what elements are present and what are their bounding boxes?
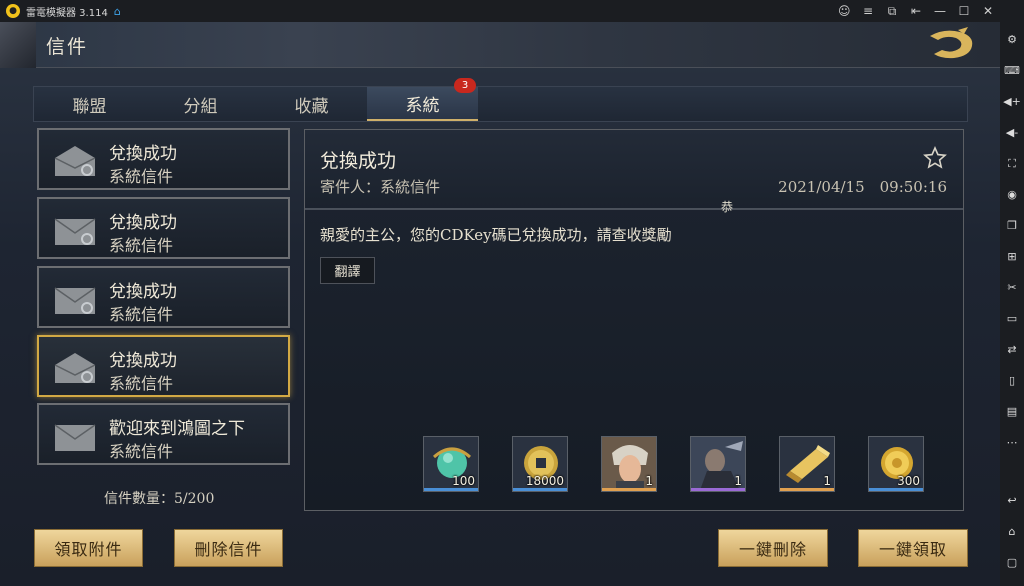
attachment-quantity: 1 xyxy=(823,474,831,488)
tab-favorites[interactable]: 收藏 xyxy=(256,87,367,121)
recent-apps-icon[interactable]: ▢ xyxy=(1000,547,1024,578)
tab-group[interactable]: 分組 xyxy=(145,87,256,121)
mail-sender: 系統信件 xyxy=(109,305,174,324)
attachment-slot[interactable]: 1 xyxy=(779,436,835,492)
delete-all-button[interactable]: 一鍵刪除 xyxy=(718,529,828,567)
multi-instance-icon[interactable]: ❐ xyxy=(1000,210,1024,241)
game-screen: 信件 聯盟 分組 收藏 系統 3 兌換成功 系統信件 兌換成功 系統信件 兌換成… xyxy=(0,22,1000,586)
mail-detail-header: 兌換成功 寄件人：系統信件 2021/04/15 09:50:16 xyxy=(305,130,963,210)
mail-detail-body: 親愛的主公，您的CDKey碼已兌換成功，請查收獎勵 xyxy=(320,226,672,244)
pin-icon[interactable]: ⧉ xyxy=(886,4,898,19)
mail-list-item[interactable]: 歡迎來到鴻圖之下 系統信件 xyxy=(37,403,290,465)
home-icon[interactable]: ⌂ xyxy=(1000,516,1024,547)
emulator-title-bar: ● 雷電模擬器 3.114 ⌂ ☺ ≡ ⧉ ⇤ — ☐ ✕ xyxy=(0,0,1000,22)
attachment-slot[interactable]: 300 xyxy=(868,436,924,492)
mail-subject: 兌換成功 xyxy=(109,351,177,371)
attachment-slot[interactable]: 100 xyxy=(423,436,479,492)
more-icon[interactable]: ⋯ xyxy=(1000,427,1024,458)
record-icon[interactable]: ◉ xyxy=(1000,179,1024,210)
unread-badge: 3 xyxy=(454,78,476,93)
mail-detail-sender: 寄件人：系統信件 xyxy=(320,178,441,196)
attachment-quantity: 300 xyxy=(897,474,920,488)
mail-sender: 系統信件 xyxy=(109,442,174,461)
rarity-bar xyxy=(691,488,745,491)
star-icon[interactable] xyxy=(923,146,947,170)
rotate-icon[interactable]: ▯ xyxy=(1000,365,1024,396)
mail-list-item[interactable]: 兌換成功 系統信件 xyxy=(37,128,290,190)
attachment-quantity: 1 xyxy=(645,474,653,488)
sidebar-toggle-icon[interactable]: ⇤ xyxy=(910,4,922,18)
volume-up-icon[interactable]: ◀+ xyxy=(1000,86,1024,117)
attachment-slot[interactable]: 1 xyxy=(690,436,746,492)
keyboard-icon[interactable]: ⌨ xyxy=(1000,55,1024,86)
mail-sender: 系統信件 xyxy=(109,374,174,393)
back-icon[interactable]: ↩ xyxy=(1000,485,1024,516)
maximize-icon[interactable]: ☐ xyxy=(958,4,970,18)
account-icon[interactable]: ☺ xyxy=(838,4,851,18)
claim-all-button[interactable]: 一鍵領取 xyxy=(858,529,968,567)
close-icon[interactable]: ✕ xyxy=(982,4,994,18)
mail-detail-panel: 兌換成功 寄件人：系統信件 2021/04/15 09:50:16 恭 親愛的主… xyxy=(304,129,964,511)
envelope-icon xyxy=(54,287,96,314)
scrolling-notice-text: 恭 xyxy=(721,200,734,214)
envelope-icon xyxy=(54,424,96,451)
emulator-sidebar: ⚙ ⌨ ◀+ ◀- ⛶ ◉ ❐ ⊞ ✂ ▭ ⇄ ▯ ▤ ⋯ ↩ ⌂ ▢ xyxy=(1000,0,1024,586)
volume-down-icon[interactable]: ◀- xyxy=(1000,117,1024,148)
page-title: 信件 xyxy=(46,36,89,58)
translate-button[interactable]: 翻譯 xyxy=(320,257,375,284)
tab-system-label: 系統 xyxy=(405,95,440,116)
mail-subject: 兌換成功 xyxy=(109,213,177,233)
mail-subject: 兌換成功 xyxy=(109,282,177,302)
attachment-quantity: 18000 xyxy=(525,474,564,488)
fullscreen-icon[interactable]: ⛶ xyxy=(1000,148,1024,179)
attachment-slot[interactable]: 1 xyxy=(601,436,657,492)
mail-subject: 兌換成功 xyxy=(109,144,177,164)
mail-list-item-selected[interactable]: 兌換成功 系統信件 xyxy=(37,335,290,397)
page-header: 信件 xyxy=(0,22,1000,68)
attachment-quantity: 1 xyxy=(734,474,742,488)
settings-icon[interactable]: ⚙ xyxy=(1000,24,1024,55)
attachment-quantity: 100 xyxy=(452,474,475,488)
rarity-bar xyxy=(869,488,923,491)
opened-mail-icon xyxy=(54,146,96,176)
leidian-logo-icon: ● xyxy=(6,4,20,18)
minimize-icon[interactable]: — xyxy=(934,4,946,18)
rarity-bar xyxy=(513,488,567,491)
tab-system[interactable]: 系統 3 xyxy=(367,78,478,121)
rarity-bar xyxy=(780,488,834,491)
header-decoration xyxy=(0,22,36,68)
video-icon[interactable]: ▭ xyxy=(1000,303,1024,334)
screenshot-icon[interactable]: ▤ xyxy=(1000,396,1024,427)
menu-icon[interactable]: ≡ xyxy=(862,4,874,18)
mail-list-item[interactable]: 兌換成功 系統信件 xyxy=(37,197,290,259)
delete-mail-button[interactable]: 刪除信件 xyxy=(174,529,283,567)
scrolling-notice-bar xyxy=(305,208,963,210)
opened-mail-icon xyxy=(54,353,96,383)
claim-attachments-button[interactable]: 領取附件 xyxy=(34,529,143,567)
emulator-title: 雷電模擬器 3.114 xyxy=(26,7,108,19)
mail-count: 信件數量：5/200 xyxy=(104,491,215,507)
envelope-icon xyxy=(54,218,96,245)
mail-detail-title: 兌換成功 xyxy=(320,150,397,172)
mail-list-item[interactable]: 兌換成功 系統信件 xyxy=(37,266,290,328)
apk-install-icon[interactable]: ⊞ xyxy=(1000,241,1024,272)
mail-sender: 系統信件 xyxy=(109,167,174,186)
mail-subject: 歡迎來到鴻圖之下 xyxy=(109,419,245,439)
gamepad-icon[interactable]: ⌂ xyxy=(114,5,121,18)
tab-alliance[interactable]: 聯盟 xyxy=(34,87,145,121)
dragon-logo-icon[interactable] xyxy=(924,26,980,64)
mail-detail-date: 2021/04/15 09:50:16 xyxy=(778,178,947,196)
mail-tabs: 聯盟 分組 收藏 系統 3 xyxy=(33,78,968,122)
attachment-slot[interactable]: 18000 xyxy=(512,436,568,492)
window-controls: ☺ ≡ ⧉ ⇤ — ☐ ✕ xyxy=(838,0,994,22)
sync-icon[interactable]: ⇄ xyxy=(1000,334,1024,365)
mail-sender: 系統信件 xyxy=(109,236,174,255)
scissors-icon[interactable]: ✂ xyxy=(1000,272,1024,303)
rarity-bar xyxy=(602,488,656,491)
rarity-bar xyxy=(424,488,478,491)
